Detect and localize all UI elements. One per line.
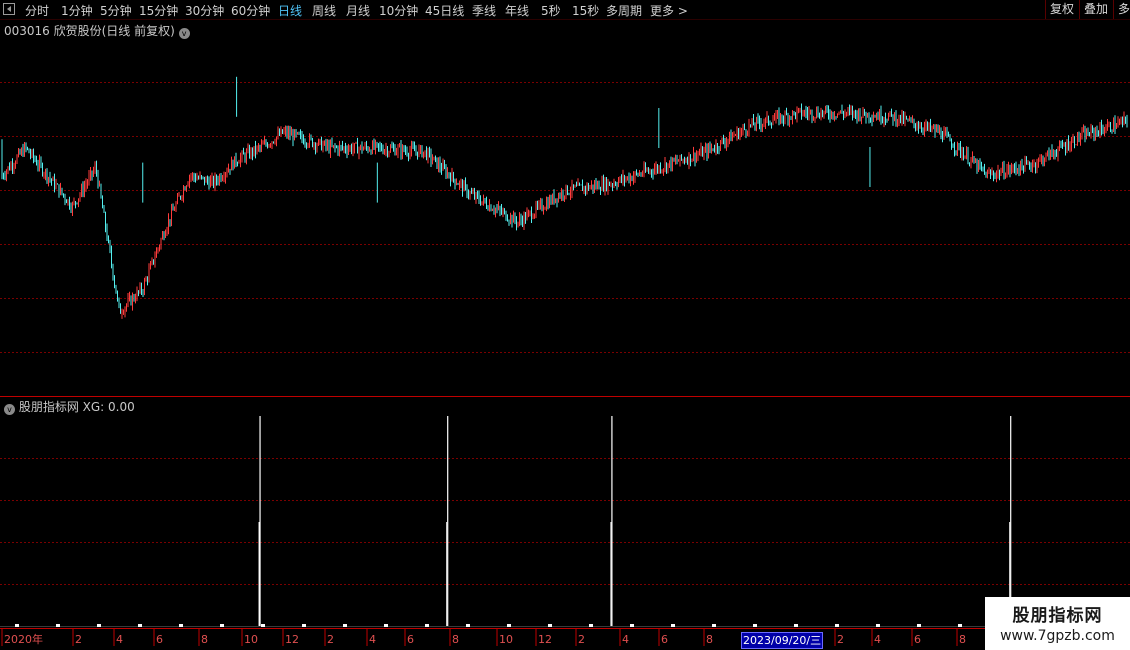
- baseline-marker: [548, 624, 552, 627]
- baseline-marker: [917, 624, 921, 627]
- baseline-marker: [343, 624, 347, 627]
- baseline-marker: [384, 624, 388, 627]
- baseline-marker: [876, 624, 880, 627]
- xaxis-label: 12: [285, 633, 299, 646]
- baseline-marker: [15, 624, 19, 627]
- baseline-marker: [835, 624, 839, 627]
- baseline-marker: [507, 624, 511, 627]
- xaxis-label: 4: [622, 633, 629, 646]
- watermark-url: www.7gpzb.com: [1000, 628, 1115, 644]
- xaxis-label: 8: [201, 633, 208, 646]
- baseline-marker: [794, 624, 798, 627]
- xaxis-label: 2: [327, 633, 334, 646]
- cursor-date-tag: 2023/09/20/三: [741, 632, 824, 649]
- xaxis-label: 2: [75, 633, 82, 646]
- xaxis-label: 2: [578, 633, 585, 646]
- xaxis-label: 2: [837, 633, 844, 646]
- xaxis-label: 8: [959, 633, 966, 646]
- baseline-marker: [671, 624, 675, 627]
- xaxis-label: 8: [706, 633, 713, 646]
- xaxis-label: 8: [452, 633, 459, 646]
- baseline-marker: [753, 624, 757, 627]
- baseline-marker: [56, 624, 60, 627]
- xaxis-label: 4: [116, 633, 123, 646]
- indicator-title: 股朋指标网 XG: 0.00: [18, 400, 135, 414]
- xaxis-label: 6: [156, 633, 163, 646]
- baseline-marker: [589, 624, 593, 627]
- xaxis-label: 2020年: [4, 632, 43, 646]
- chart-canvas[interactable]: 2020年 2 4 6 8 10 12 2 4 6 8 10 12 2 4 6 8 2 4 6 8: [0, 0, 1130, 650]
- chevron-down-icon[interactable]: v: [4, 404, 15, 415]
- xaxis-label: 10: [499, 633, 513, 646]
- baseline-marker: [261, 624, 265, 627]
- baseline-marker: [425, 624, 429, 627]
- baseline-marker: [97, 624, 101, 627]
- baseline-marker: [712, 624, 716, 627]
- watermark-logo: 股朋指标网 www.7gpzb.com: [985, 597, 1130, 650]
- watermark-title: 股朋指标网: [1012, 606, 1103, 626]
- baseline-marker: [958, 624, 962, 627]
- xaxis-label: 6: [661, 633, 668, 646]
- indicator-title-row: v 股朋指标网 XG: 0.00: [4, 398, 135, 415]
- xaxis-label: 6: [407, 633, 414, 646]
- baseline-marker: [179, 624, 183, 627]
- xaxis-label: 12: [538, 633, 552, 646]
- baseline-marker: [302, 624, 306, 627]
- xaxis-label: 4: [874, 633, 881, 646]
- baseline-marker: [220, 624, 224, 627]
- baseline-marker: [630, 624, 634, 627]
- xaxis-label: 10: [244, 633, 258, 646]
- xaxis-label: 4: [369, 633, 376, 646]
- xaxis-label: 6: [914, 633, 921, 646]
- baseline-marker: [138, 624, 142, 627]
- baseline-marker: [466, 624, 470, 627]
